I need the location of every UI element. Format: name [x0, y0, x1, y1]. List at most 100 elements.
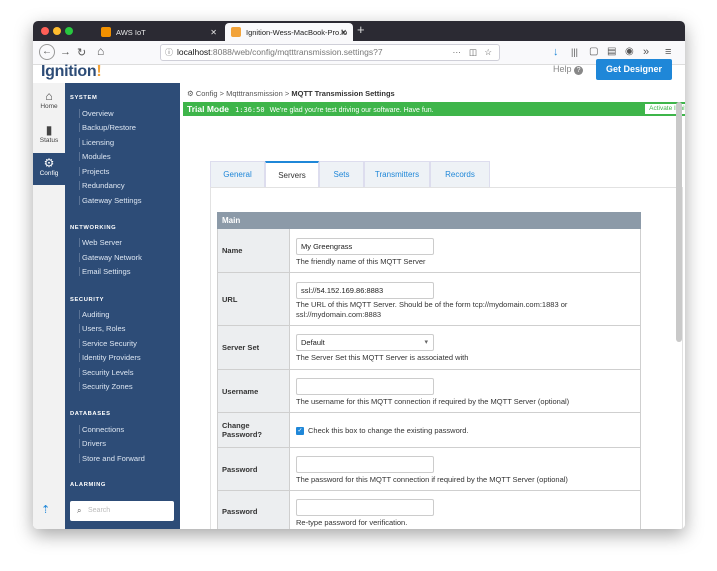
server-set-label: Server Set	[218, 326, 290, 369]
sidebar-item-modules[interactable]: Modules	[79, 152, 111, 161]
pocket-icon[interactable]: ◫	[469, 45, 477, 60]
address-bar[interactable]: ⓘ localhost:8088/web/config/mqtttransmis…	[160, 44, 500, 61]
breadcrumb-separator: >	[284, 89, 290, 98]
row-password-confirm: Password Re-type password for verificati…	[217, 491, 641, 529]
tab-sets[interactable]: Sets	[319, 161, 364, 187]
name-label: Name	[218, 229, 290, 272]
url-path: :8088/web/config/mqtttransmission.settin…	[210, 47, 383, 57]
ignition-logo[interactable]: Ignition!	[41, 63, 102, 81]
sidebar-item-web-server[interactable]: Web Server	[79, 238, 122, 247]
server-set-select[interactable]: Default ▾	[296, 334, 434, 351]
browser-tab-ignition[interactable]: Ignition-Wess-MacBook-Pro.lo ✕	[225, 23, 353, 41]
scroll-top-icon[interactable]: ⇡	[41, 503, 50, 516]
browser-tab-aws[interactable]: AWS IoT ✕	[95, 23, 223, 41]
password-confirm-input[interactable]	[296, 499, 434, 516]
rail-home[interactable]: ⌂ Home	[33, 89, 65, 117]
zoom-window-button[interactable]	[65, 27, 73, 35]
sidebar-item-service-security[interactable]: Service Security	[79, 339, 137, 348]
page-actions-icon[interactable]: ···	[453, 45, 462, 60]
username-input[interactable]	[296, 378, 434, 395]
rail-status-label: Status	[39, 137, 59, 144]
breadcrumb: ⚙ Config > Mqtttransmission > MQTT Trans…	[187, 89, 395, 98]
sidebar-item-security-zones[interactable]: Security Zones	[79, 382, 133, 391]
sidebar-item-gateway-network[interactable]: Gateway Network	[79, 253, 142, 262]
sidebar-toggle-icon[interactable]: ▢	[589, 46, 598, 57]
help-link[interactable]: Help ?	[553, 64, 584, 75]
username-label: Username	[218, 370, 290, 412]
change-password-label: Change Password?	[218, 413, 290, 447]
breadcrumb-config[interactable]: Config	[196, 89, 218, 98]
sidebar-item-gateway-settings[interactable]: Gateway Settings	[79, 196, 142, 205]
browser-tabbar: AWS IoT ✕ Ignition-Wess-MacBook-Pro.lo ✕…	[33, 21, 685, 41]
sidebar-item-overview[interactable]: Overview	[79, 109, 114, 118]
search-placeholder: Search	[88, 507, 111, 514]
get-designer-button[interactable]: Get Designer	[596, 59, 672, 80]
page-scrollbar[interactable]	[676, 102, 682, 342]
sidebar-item-security-levels[interactable]: Security Levels	[79, 368, 134, 377]
tab-servers[interactable]: Servers	[265, 161, 319, 187]
breadcrumb-mqtttransmission[interactable]: Mqtttransmission	[226, 89, 283, 98]
tab-transmitters[interactable]: Transmitters	[364, 161, 430, 187]
sidebar-section-system: SYSTEM	[70, 95, 98, 101]
close-window-button[interactable]	[41, 27, 49, 35]
home-icon[interactable]: ⌂	[97, 44, 104, 58]
username-description: The username for this MQTT connection if…	[296, 397, 570, 406]
sidebar-item-users-roles[interactable]: Users, Roles	[79, 324, 125, 333]
sidebar-item-email-settings[interactable]: Email Settings	[79, 267, 131, 276]
close-tab-icon[interactable]: ✕	[210, 28, 217, 37]
close-tab-icon[interactable]: ✕	[340, 28, 347, 37]
library-icon[interactable]: |||	[571, 47, 578, 57]
change-password-checkbox-row: ✓ Check this box to change the existing …	[296, 426, 469, 435]
sidebar-item-drivers[interactable]: Drivers	[79, 439, 106, 448]
tab-general[interactable]: General	[210, 161, 265, 187]
bookmark-star-icon[interactable]: ☆	[484, 45, 492, 60]
url-label: URL	[218, 273, 290, 325]
gear-icon: ⚙	[187, 89, 194, 98]
rail-config[interactable]: ⚙ Config	[33, 153, 65, 185]
reader-icon[interactable]: ▤	[607, 46, 616, 57]
sidebar-item-licensing[interactable]: Licensing	[79, 138, 114, 147]
row-server-set: Server Set Default ▾ The Server Set this…	[217, 326, 641, 370]
password-description: The password for this MQTT connection if…	[296, 475, 568, 484]
overflow-icon[interactable]: »	[643, 46, 649, 58]
reload-icon[interactable]: ↻	[77, 46, 86, 59]
sidebar-item-redundancy[interactable]: Redundancy	[79, 181, 125, 190]
sidebar-item-store-and-forward[interactable]: Store and Forward	[79, 454, 145, 463]
menu-icon[interactable]: ≡	[665, 46, 671, 58]
password-label: Password	[218, 448, 290, 490]
ignition-favicon-icon	[231, 27, 241, 37]
browser-navbar: ← → ↻ ⌂ ⓘ localhost:8088/web/config/mqtt…	[33, 41, 685, 65]
server-set-value: Default	[301, 338, 325, 347]
sidebar-item-identity-providers[interactable]: Identity Providers	[79, 353, 141, 362]
name-input[interactable]: My Greengrass	[296, 238, 434, 255]
home-icon: ⌂	[45, 89, 53, 103]
change-password-description: Check this box to change the existing pa…	[308, 426, 469, 435]
account-icon[interactable]: ◉	[625, 46, 634, 57]
change-password-checkbox[interactable]: ✓	[296, 426, 304, 435]
sidebar-item-connections[interactable]: Connections	[79, 425, 124, 434]
new-tab-button[interactable]: +	[357, 22, 365, 37]
row-password: Password The password for this MQTT conn…	[217, 448, 641, 491]
row-username: Username The username for this MQTT conn…	[217, 370, 641, 413]
minimize-window-button[interactable]	[53, 27, 61, 35]
url-description: The URL of this MQTT Server. Should be o…	[296, 300, 568, 319]
sidebar-search-input[interactable]: ⌕ Search	[70, 501, 174, 521]
url-host: localhost	[177, 47, 211, 57]
row-change-password: Change Password? ✓ Check this box to cha…	[217, 413, 641, 448]
sidebar-section-security: SECURITY	[70, 297, 105, 303]
sidebar-item-projects[interactable]: Projects	[79, 167, 109, 176]
info-icon[interactable]: ⓘ	[165, 45, 173, 60]
sidebar-item-backup-restore[interactable]: Backup/Restore	[79, 123, 136, 132]
server-set-description: The Server Set this MQTT Server is assoc…	[296, 353, 469, 362]
url-input[interactable]: ssl://54.152.169.86:8883	[296, 282, 434, 299]
browser-window: AWS IoT ✕ Ignition-Wess-MacBook-Pro.lo ✕…	[33, 21, 685, 529]
downloads-icon[interactable]: ↓	[553, 46, 559, 58]
name-description: The friendly name of this MQTT Server	[296, 257, 426, 266]
sidebar-item-auditing[interactable]: Auditing	[79, 310, 109, 319]
password-input[interactable]	[296, 456, 434, 473]
tab-records[interactable]: Records	[430, 161, 490, 187]
back-icon[interactable]: ←	[39, 44, 55, 60]
status-chart-icon: ▮	[45, 123, 53, 137]
forward-icon[interactable]: →	[60, 46, 71, 58]
rail-status[interactable]: ▮ Status	[33, 123, 65, 151]
